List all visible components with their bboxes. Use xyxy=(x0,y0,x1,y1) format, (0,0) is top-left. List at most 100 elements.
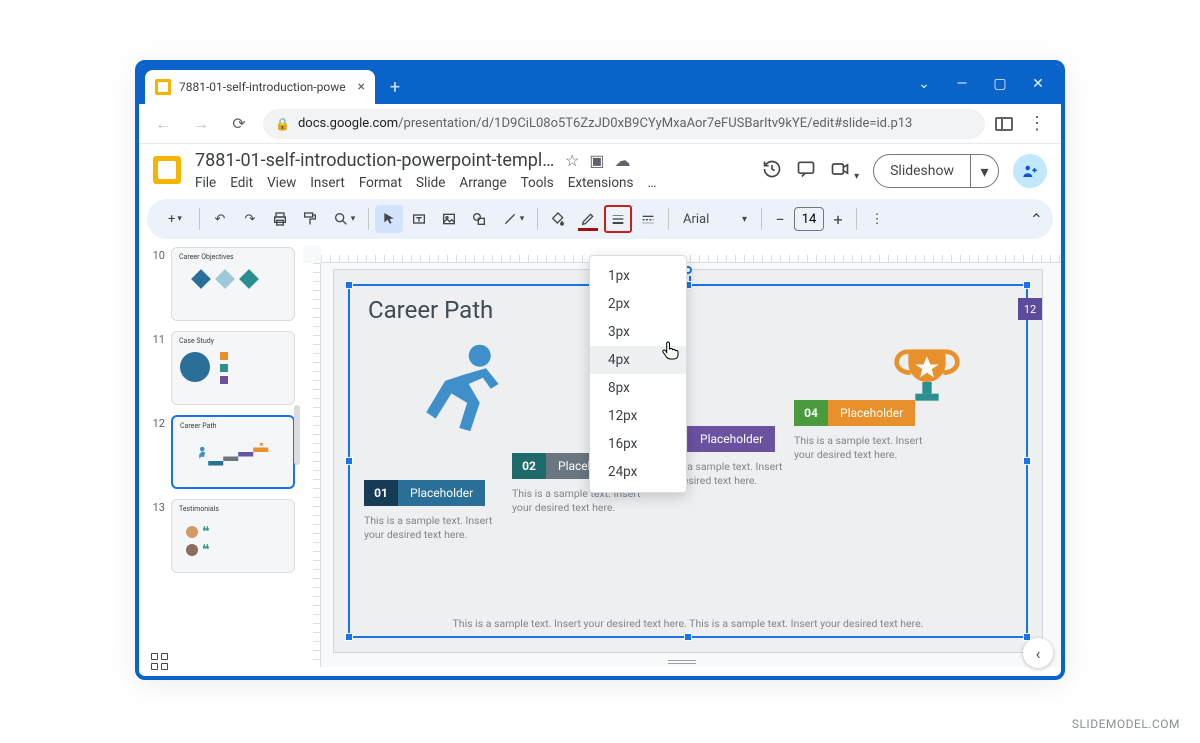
pane-resize-grip[interactable] xyxy=(668,660,696,664)
slideshow-dropdown[interactable]: ▾ xyxy=(971,154,999,188)
slides-favicon xyxy=(155,79,171,95)
share-button[interactable] xyxy=(1013,154,1047,188)
window-controls: ⌄ — ▢ ✕ xyxy=(907,64,1055,104)
nav-reload-icon[interactable]: ⟳ xyxy=(225,110,253,138)
thumbnail-slide-10[interactable]: Career Objectives xyxy=(171,247,295,321)
slide-canvas[interactable]: Career Path 12 xyxy=(333,269,1043,653)
menu-insert[interactable]: Insert xyxy=(310,175,345,191)
tab-title: 7881-01-self-introduction-powe xyxy=(179,80,350,94)
font-size-increase[interactable]: + xyxy=(826,207,850,231)
slides-logo-icon[interactable] xyxy=(149,152,185,188)
resize-handle[interactable] xyxy=(345,633,353,641)
menu-arrange[interactable]: Arrange xyxy=(459,175,506,191)
thumb-number: 13 xyxy=(147,499,165,573)
font-family-select[interactable]: Arial▾ xyxy=(675,205,755,233)
border-weight-option[interactable]: 2px xyxy=(590,290,686,318)
resize-handle[interactable] xyxy=(345,281,353,289)
document-title[interactable]: 7881-01-self-introduction-powerpoint-tem… xyxy=(195,150,555,171)
step-01[interactable]: 01 Placeholder xyxy=(364,480,485,506)
ruler-horizontal xyxy=(321,245,1061,263)
toolbar-collapse-icon[interactable]: ⌃ xyxy=(1030,210,1043,229)
move-folder-icon[interactable]: ▣ xyxy=(589,151,604,170)
border-weight-option[interactable]: 16px xyxy=(590,430,686,458)
version-history-icon[interactable] xyxy=(762,159,782,184)
image-button[interactable] xyxy=(435,205,463,233)
menu-edit[interactable]: Edit xyxy=(230,175,253,191)
zoom-button[interactable] xyxy=(326,205,362,233)
shape-button[interactable] xyxy=(465,205,493,233)
font-size-group: − 14 + xyxy=(768,207,850,231)
app-header: 7881-01-self-introduction-powerpoint-tem… xyxy=(139,144,1061,191)
browser-menu-icon[interactable]: ⋮ xyxy=(1023,113,1051,134)
resize-handle[interactable] xyxy=(1023,457,1031,465)
fill-color-button[interactable] xyxy=(544,205,572,233)
toolbar-overflow-button[interactable]: ⋮ xyxy=(863,205,891,233)
redo-button[interactable]: ↷ xyxy=(236,205,264,233)
border-dash-button[interactable] xyxy=(634,205,662,233)
browser-window: 7881-01-self-introduction-powe × + ⌄ — ▢… xyxy=(135,60,1065,680)
window-close-icon[interactable]: ✕ xyxy=(1021,70,1055,98)
thumb-number: 11 xyxy=(147,331,165,405)
border-color-button[interactable] xyxy=(574,205,602,233)
font-size-input[interactable]: 14 xyxy=(794,207,824,231)
thumbnail-slide-13[interactable]: Testimonials ❝ ❝ xyxy=(171,499,295,573)
cursor-icon xyxy=(662,341,680,365)
window-minimize-icon[interactable]: — xyxy=(945,70,979,98)
nav-back-icon[interactable]: ← xyxy=(149,110,177,138)
menu-format[interactable]: Format xyxy=(359,175,402,191)
cloud-saved-icon: ☁ xyxy=(614,151,630,170)
thumbnail-rail[interactable]: 10 Career Objectives 11 Case Study xyxy=(139,245,303,667)
select-tool-button[interactable] xyxy=(375,205,403,233)
paint-format-button[interactable] xyxy=(296,205,324,233)
step-04[interactable]: 04 Placeholder xyxy=(794,400,915,426)
menu-bar: File Edit View Insert Format Slide Arran… xyxy=(195,175,752,191)
browser-tab[interactable]: 7881-01-self-introduction-powe × xyxy=(145,70,375,104)
ruler-vertical xyxy=(303,263,321,667)
comments-icon[interactable] xyxy=(796,159,816,184)
textbox-button[interactable] xyxy=(405,205,433,233)
thumbnail-slide-11[interactable]: Case Study xyxy=(171,331,295,405)
border-weight-option[interactable]: 24px xyxy=(590,458,686,486)
explore-fab[interactable]: ‹ xyxy=(1023,638,1053,668)
menu-tools[interactable]: Tools xyxy=(521,175,554,191)
menu-view[interactable]: View xyxy=(267,175,296,191)
thumbnail-slide-12[interactable]: Career Path xyxy=(171,415,295,489)
undo-button[interactable]: ↶ xyxy=(206,205,234,233)
resize-handle[interactable] xyxy=(345,457,353,465)
font-size-decrease[interactable]: − xyxy=(768,207,792,231)
border-weight-button[interactable] xyxy=(604,205,632,233)
border-weight-menu: 1px 2px 3px 4px 8px 12px 16px 24px xyxy=(589,255,687,493)
line-button[interactable] xyxy=(495,205,531,233)
lock-icon: 🔒 xyxy=(275,117,290,131)
nav-forward-icon[interactable]: → xyxy=(187,110,215,138)
thumb-number: 10 xyxy=(147,247,165,321)
runner-icon xyxy=(414,340,514,454)
step-04-body[interactable]: This is a sample text. Insert your desir… xyxy=(794,434,934,462)
slide-title[interactable]: Career Path xyxy=(368,296,493,324)
menu-extensions[interactable]: Extensions xyxy=(568,175,634,191)
slideshow-button[interactable]: Slideshow xyxy=(873,154,971,188)
menu-file[interactable]: File xyxy=(195,175,216,191)
slide-footer-text[interactable]: This is a sample text. Insert your desir… xyxy=(334,617,1042,630)
star-icon[interactable]: ☆ xyxy=(565,151,579,170)
resize-handle[interactable] xyxy=(684,633,692,641)
new-slide-button[interactable]: + xyxy=(157,205,193,233)
thumbnail-scrollbar[interactable] xyxy=(294,405,300,465)
window-maximize-icon[interactable]: ▢ xyxy=(983,70,1017,98)
resize-handle[interactable] xyxy=(1023,281,1031,289)
border-weight-option[interactable]: 8px xyxy=(590,374,686,402)
address-bar[interactable]: 🔒 docs.google.com/presentation/d/1D9CiL0… xyxy=(263,109,985,139)
window-chevron-icon[interactable]: ⌄ xyxy=(907,70,941,98)
step-01-body[interactable]: This is a sample text. Insert your desir… xyxy=(364,514,504,542)
menu-slide[interactable]: Slide xyxy=(416,175,445,191)
border-weight-option[interactable]: 12px xyxy=(590,402,686,430)
url-text: docs.google.com/presentation/d/1D9CiL08o… xyxy=(298,116,973,131)
print-button[interactable] xyxy=(266,205,294,233)
side-panel-icon[interactable] xyxy=(995,117,1013,131)
new-tab-button[interactable]: + xyxy=(381,73,409,101)
meet-icon[interactable]: ▾ xyxy=(830,159,860,184)
menu-overflow[interactable]: … xyxy=(647,175,656,191)
border-weight-option[interactable]: 1px xyxy=(590,262,686,290)
grid-view-button[interactable] xyxy=(151,653,171,670)
close-tab-icon[interactable]: × xyxy=(358,79,365,95)
